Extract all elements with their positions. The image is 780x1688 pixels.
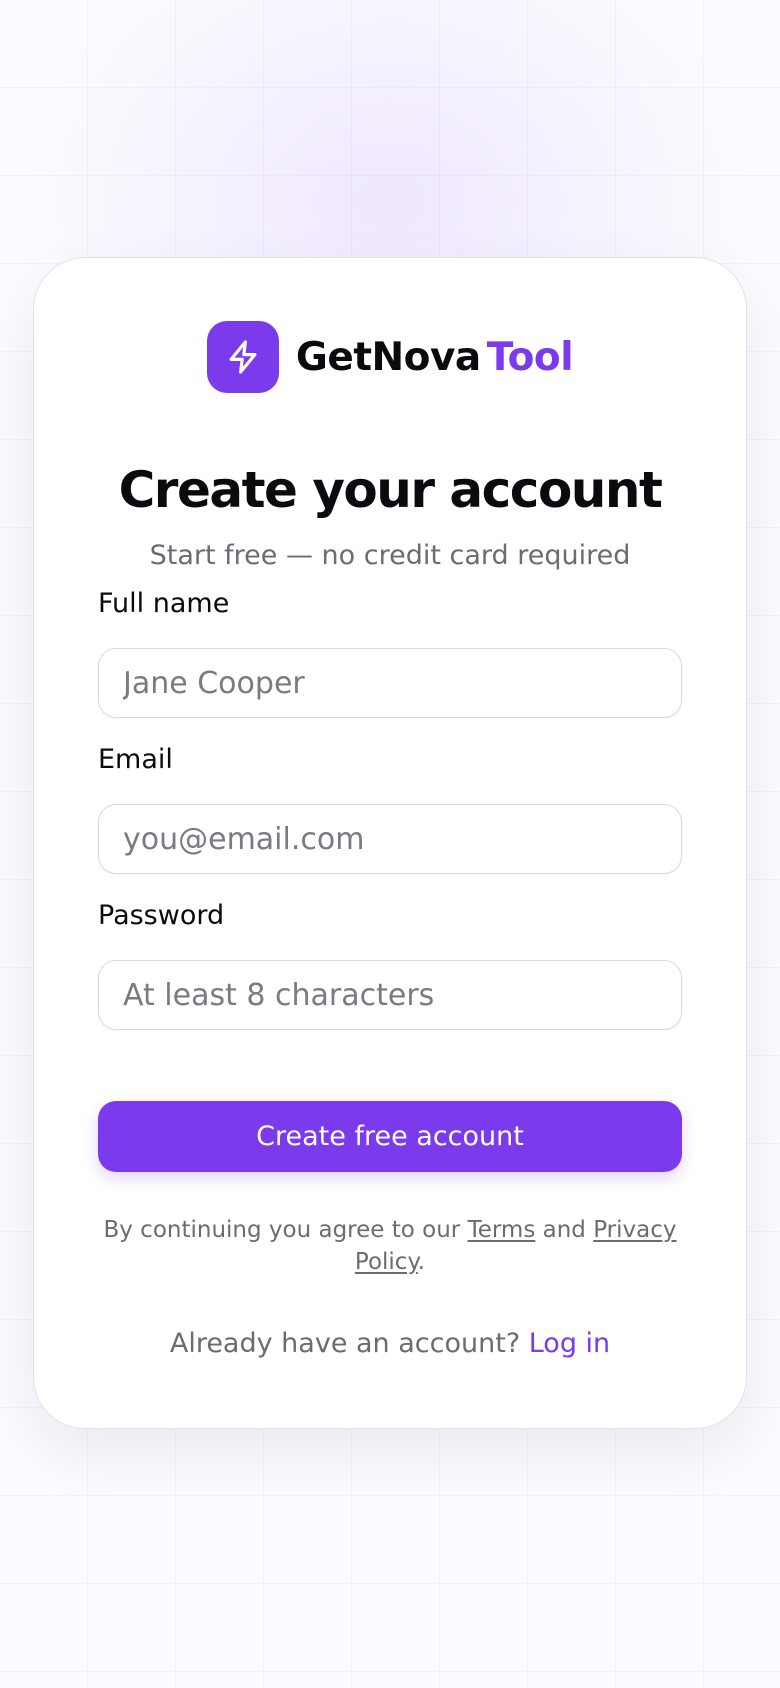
login-prompt-text: Already have an account? <box>169 1328 529 1359</box>
email-input[interactable] <box>98 804 682 874</box>
brand-name: GetNova Tool <box>295 334 574 380</box>
legal-joiner: and <box>535 1217 594 1243</box>
full-name-input[interactable] <box>98 648 682 718</box>
legal-notice: By continuing you agree to our Terms and… <box>98 1214 682 1278</box>
legal-prefix: By continuing you agree to our <box>103 1217 468 1243</box>
lightning-bolt-icon <box>229 340 257 374</box>
brand-name-primary: GetNova <box>295 334 481 380</box>
brand-logo: GetNova Tool <box>34 321 746 393</box>
brand-name-accent: Tool <box>486 334 574 380</box>
password-label: Password <box>98 900 225 931</box>
login-link[interactable]: Log in <box>529 1328 610 1359</box>
create-account-button[interactable]: Create free account <box>98 1101 682 1172</box>
brand-mark <box>206 321 279 393</box>
terms-link[interactable]: Terms <box>468 1217 536 1243</box>
login-prompt: Already have an account? Log in <box>34 1328 746 1359</box>
legal-suffix: . <box>417 1249 426 1275</box>
email-label: Email <box>98 744 173 775</box>
page-subtitle: Start free — no credit card required <box>149 540 631 571</box>
password-input[interactable] <box>98 960 682 1030</box>
full-name-label: Full name <box>98 588 230 619</box>
signup-card: GetNova Tool Create your account Start fr… <box>33 257 747 1429</box>
page-title: Create your account <box>118 461 663 519</box>
